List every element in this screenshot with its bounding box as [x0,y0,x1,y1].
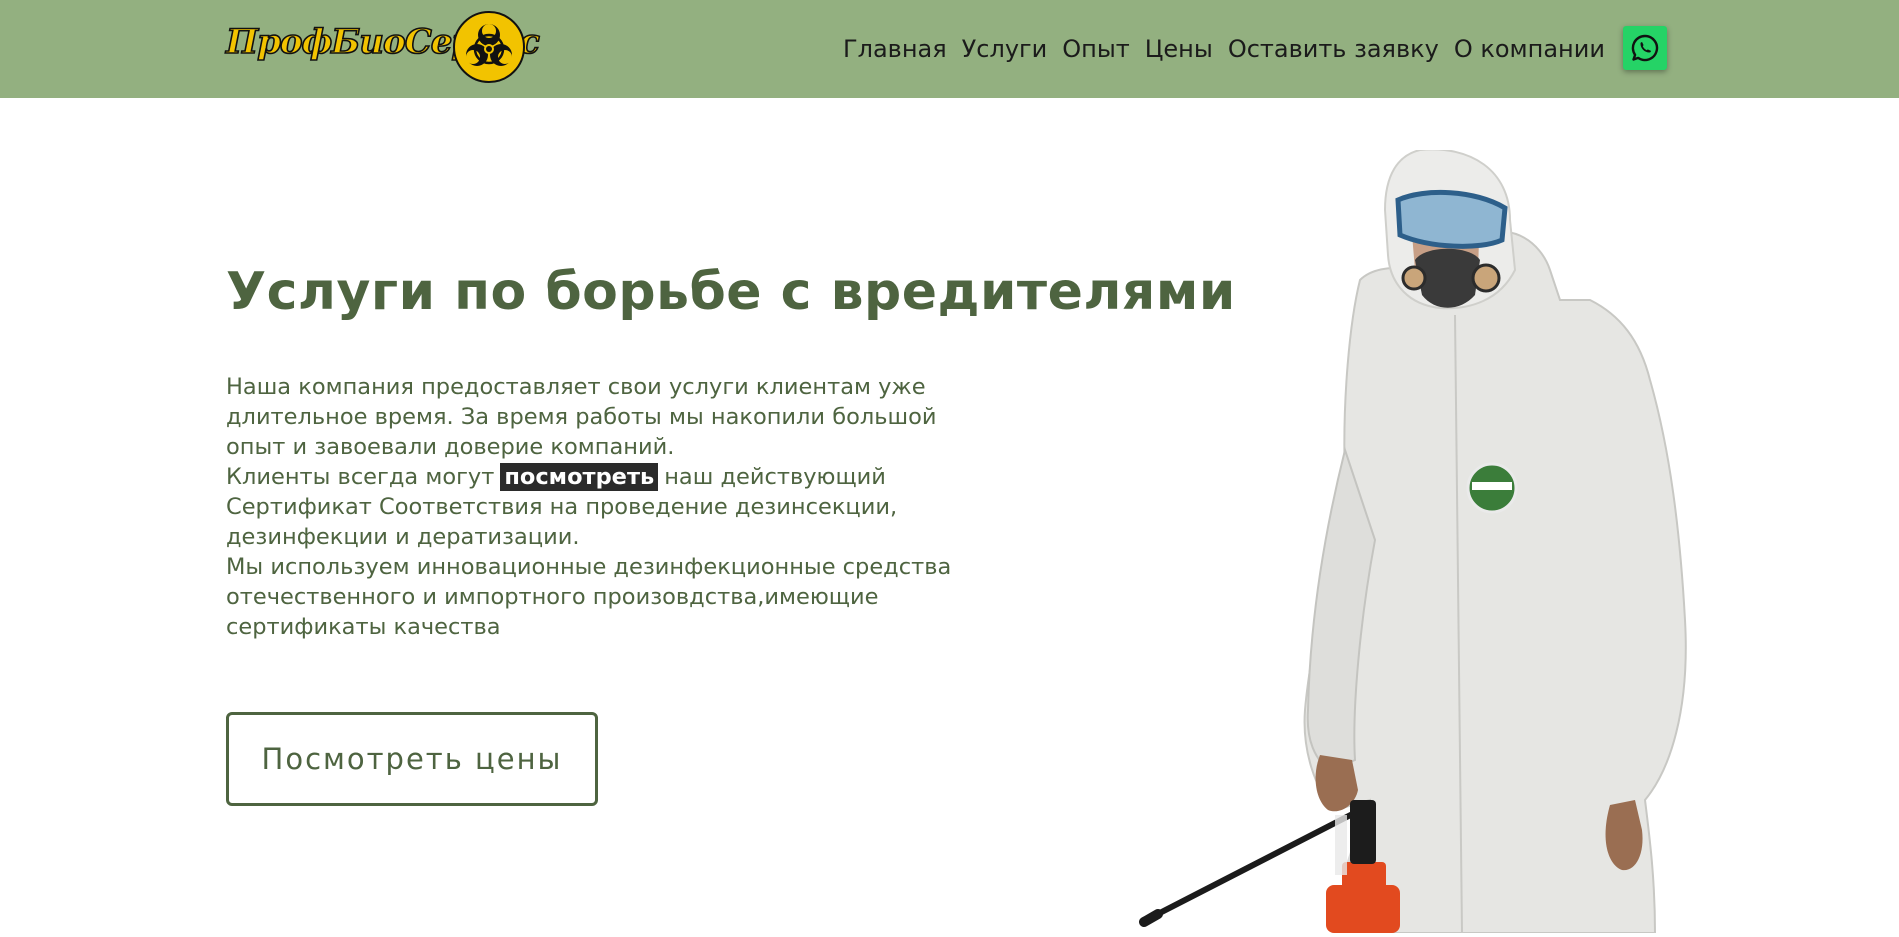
whatsapp-icon [1631,34,1659,62]
nav-item-request[interactable]: Оставить заявку [1228,33,1439,65]
view-certificate-link[interactable]: посмотреть [500,463,659,491]
nav-item-prices[interactable]: Цены [1145,33,1213,65]
company-logo[interactable]: ПрофБиоСервис [225,10,541,86]
site-header: ПрофБиоСервис Главная Услуги Опыт Цены О… [0,0,1899,98]
products-paragraph: Мы используем инновационные дезинфекцион… [226,554,952,640]
nav-item-about[interactable]: О компании [1454,33,1605,65]
intro-paragraph: Наша компания предоставляет свои услуги … [226,374,937,460]
view-prices-button[interactable]: Посмотреть цены [226,712,598,806]
certificate-paragraph: Клиенты всегда могут посмотреть наш действ… [226,462,996,552]
certificate-text-start: Клиенты всегда могут [226,464,495,490]
main-nav: Главная Услуги Опыт Цены Оставить заявку… [843,33,1605,65]
page-title: Услуги по борьбе с вредителями [226,262,1236,322]
hero-description: Наша компания предоставляет свои услуги … [226,372,996,642]
nav-item-experience[interactable]: Опыт [1062,33,1130,65]
nav-item-services[interactable]: Услуги [962,33,1048,65]
whatsapp-button[interactable] [1623,26,1667,70]
nav-item-home[interactable]: Главная [843,33,947,65]
pest-control-worker-image [1130,148,1700,934]
biohazard-icon [453,11,525,83]
